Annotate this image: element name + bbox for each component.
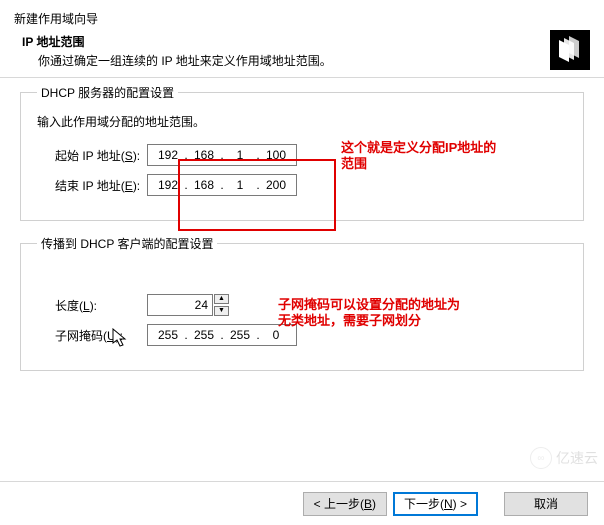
end-ip-label: 结束 IP 地址(E): [37,177,147,194]
header-subtitle: IP 地址范围 [14,33,590,50]
group1-description: 输入此作用域分配的地址范围。 [37,113,567,130]
subnet-mask-input[interactable]: 255. 255. 255. 0 [147,324,297,346]
dialog-footer: < 上一步(B) 下一步(N) > 取消 [0,481,604,525]
scope-wizard-dialog: 新建作用域向导 IP 地址范围 你通过确定一组连续的 IP 地址来定义作用域地址… [0,0,604,525]
cancel-button[interactable]: 取消 [504,492,588,516]
back-button[interactable]: < 上一步(B) [303,492,387,516]
length-spinner: ▲ ▼ [214,294,229,316]
watermark-text: 亿速云 [556,448,598,468]
end-ip-row: 结束 IP 地址(E): 192. 168. 1. 200 [37,174,567,196]
start-ip-input[interactable]: 192. 168. 1. 100 [147,144,297,166]
next-button[interactable]: 下一步(N) > [393,492,478,516]
end-ip-input[interactable]: 192. 168. 1. 200 [147,174,297,196]
watermark: ∞ 亿速云 [530,447,598,469]
length-spin-down[interactable]: ▼ [214,306,229,316]
window-title: 新建作用域向导 [14,10,590,27]
group1-legend: DHCP 服务器的配置设置 [37,84,178,101]
folders-icon [550,30,590,70]
length-label: 长度(L): [37,297,147,314]
watermark-logo-icon: ∞ [530,447,552,469]
subnet-mask-label: 子网掩码(U): [37,327,147,344]
group2-legend: 传播到 DHCP 客户端的配置设置 [37,235,217,252]
header-description: 你通过确定一组连续的 IP 地址来定义作用域地址范围。 [14,52,590,69]
annotation-text-subnet: 子网掩码可以设置分配的地址为 无类地址，需要子网划分 [278,297,508,329]
annotation-text-ip-range: 这个就是定义分配IP地址的 范围 [341,140,541,172]
start-ip-label: 起始 IP 地址(S): [37,147,147,164]
dialog-header: 新建作用域向导 IP 地址范围 你通过确定一组连续的 IP 地址来定义作用域地址… [0,0,604,77]
length-input[interactable]: 24 [147,294,213,316]
length-spin-up[interactable]: ▲ [214,294,229,304]
